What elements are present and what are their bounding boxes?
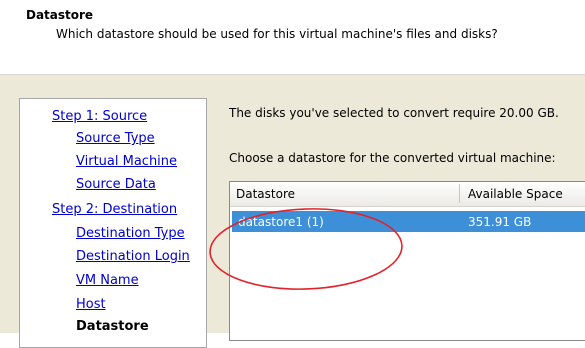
nav-vm-name[interactable]: VM Name <box>76 273 139 288</box>
column-divider[interactable] <box>459 184 460 203</box>
wizard-header: Datastore Which datastore should be used… <box>0 0 585 74</box>
choose-datastore-label: Choose a datastore for the converted vir… <box>229 151 556 165</box>
nav-destination-login[interactable]: Destination Login <box>76 249 190 264</box>
nav-virtual-machine[interactable]: Virtual Machine <box>76 154 177 169</box>
datastore-list[interactable]: Datastore Available Space datastore1 (1)… <box>229 181 585 341</box>
wizard-steps-panel: Step 1: Source Source Type Virtual Machi… <box>19 98 207 348</box>
nav-step2-destination[interactable]: Step 2: Destination <box>52 202 177 217</box>
column-header-datastore[interactable]: Datastore <box>236 187 295 201</box>
nav-host[interactable]: Host <box>76 297 106 312</box>
datastore-name-cell: datastore1 (1) <box>238 215 324 229</box>
page-subtitle: Which datastore should be used for this … <box>56 27 498 41</box>
column-header-available-space[interactable]: Available Space <box>468 187 563 201</box>
available-space-cell: 351.91 GB <box>468 215 532 229</box>
nav-destination-type[interactable]: Destination Type <box>76 226 185 241</box>
nav-source-data[interactable]: Source Data <box>76 177 156 192</box>
nav-step1-source[interactable]: Step 1: Source <box>52 109 147 124</box>
nav-source-type[interactable]: Source Type <box>76 131 155 146</box>
disk-size-info: The disks you've selected to convert req… <box>229 106 559 120</box>
datastore-list-header: Datastore Available Space <box>230 182 585 207</box>
nav-datastore-current: Datastore <box>76 319 149 334</box>
datastore-row-selected[interactable]: datastore1 (1) 351.91 GB <box>232 211 585 232</box>
page-title: Datastore <box>26 8 94 22</box>
